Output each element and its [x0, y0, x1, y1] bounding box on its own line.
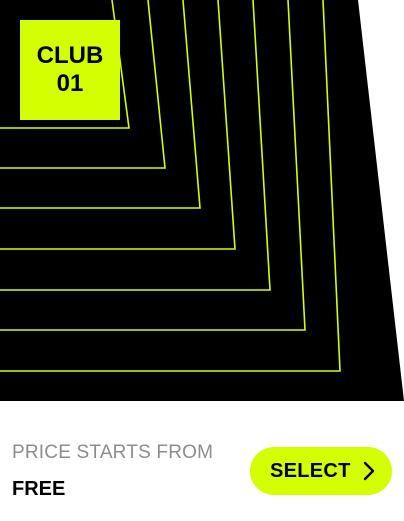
select-button-label: SELECT [270, 459, 351, 482]
price-label: PRICE STARTS FROM [12, 442, 214, 463]
club-badge-title: CLUB [36, 42, 104, 69]
price-value: FREE [12, 478, 66, 500]
select-button[interactable]: SELECT [250, 447, 392, 495]
club-badge: CLUB 01 [20, 20, 120, 120]
club-card: CLUB 01 PRICE STARTS FROM FREE SELECT [0, 0, 404, 521]
chevron-right-icon [363, 461, 375, 481]
club-hero-image: CLUB 01 [0, 0, 404, 401]
club-badge-number: 01 [56, 70, 84, 97]
